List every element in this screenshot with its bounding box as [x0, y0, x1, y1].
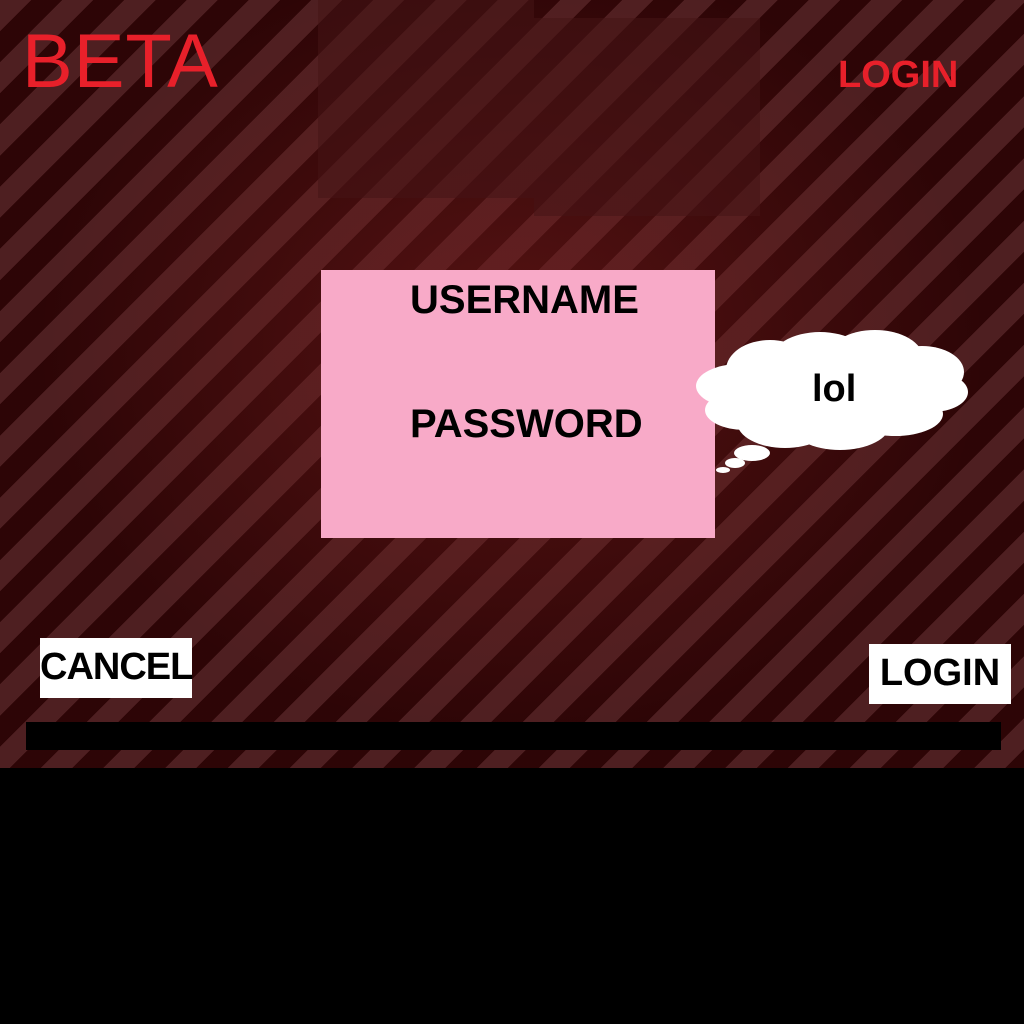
progress-bar: [26, 722, 1001, 750]
login-form-panel: USERNAME PASSWORD: [321, 270, 715, 538]
background-shade-panel: [318, 0, 534, 198]
password-field[interactable]: PASSWORD: [410, 400, 643, 448]
login-screen: BETA LOGIN USERNAME PASSWORD lol CANCEL …: [0, 0, 1024, 1024]
beta-logo: BETA: [22, 19, 219, 104]
background-shade-panel: [534, 18, 760, 216]
cancel-button[interactable]: CANCEL: [40, 638, 193, 698]
top-login-link[interactable]: LOGIN: [838, 52, 958, 98]
thought-bubble-text: lol: [812, 368, 857, 410]
username-field[interactable]: USERNAME: [410, 276, 639, 324]
login-button[interactable]: LOGIN: [869, 644, 1011, 704]
progress-bar-fill: [26, 722, 1001, 750]
